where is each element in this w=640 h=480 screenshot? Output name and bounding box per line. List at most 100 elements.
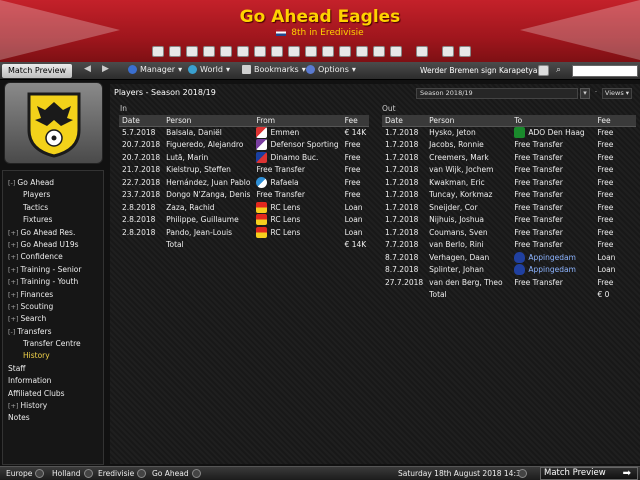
tactics-icon[interactable] bbox=[186, 46, 198, 57]
training-icon[interactable] bbox=[322, 46, 334, 57]
sidebar-item-fixtures[interactable]: Fixtures bbox=[3, 214, 103, 226]
table-row[interactable]: 2.8.2018 Pando, Jean-Louis RC Lens Loan bbox=[119, 226, 369, 239]
options-menu[interactable]: Options ▾ bbox=[306, 65, 356, 74]
club-info-icon[interactable] bbox=[416, 46, 428, 57]
club-cell[interactable]: ADO Den Haag bbox=[511, 126, 594, 139]
sidebar-item-players[interactable]: Players bbox=[3, 189, 103, 201]
sidebar-item-training-youth[interactable]: [+] Training - Youth bbox=[3, 276, 103, 288]
table-row[interactable]: 1.7.2018 Hysko, Jeton ADO Den Haag Free bbox=[382, 126, 636, 139]
table-row[interactable]: 1.7.2018 Nijhuis, Joshua Free Transfer Free bbox=[382, 214, 636, 227]
club-cell[interactable]: RC Lens bbox=[253, 201, 341, 214]
sidebar-item-staff[interactable]: Staff bbox=[3, 363, 103, 375]
club-cell[interactable]: Emmen bbox=[253, 126, 341, 139]
player-name[interactable]: Hernández, Juan Pablo bbox=[163, 176, 253, 189]
sidebar-item-confidence[interactable]: [+] Confidence bbox=[3, 251, 103, 263]
flag-icon[interactable] bbox=[254, 46, 266, 57]
table-row[interactable]: 8.7.2018 Splinter, Johan Appingedam Loan bbox=[382, 264, 636, 277]
expand-toggle[interactable]: [-] bbox=[8, 328, 15, 336]
table-row[interactable]: 1.7.2018 Coumans, Sven Free Transfer Free bbox=[382, 226, 636, 239]
sidebar-item-affiliated-clubs[interactable]: Affiliated Clubs bbox=[3, 388, 103, 400]
expand-toggle[interactable]: [+] bbox=[8, 266, 19, 274]
table-row[interactable]: 8.7.2018 Verhagen, Daan Appingedam Loan bbox=[382, 251, 636, 264]
player-name[interactable]: Tuncay, Korkmaz bbox=[426, 189, 511, 202]
club-cell[interactable]: RC Lens bbox=[253, 214, 341, 227]
views-button[interactable]: Views ▾ bbox=[602, 88, 632, 99]
season-dropdown-icon[interactable]: ▾ bbox=[580, 88, 590, 99]
player-name[interactable]: Creemers, Mark bbox=[426, 151, 511, 164]
column-header[interactable]: Date bbox=[382, 115, 427, 127]
player-name[interactable]: Lută, Marin bbox=[163, 151, 253, 164]
player-name[interactable]: Zaza, Rachid bbox=[163, 201, 253, 214]
sidebar-item-transfer-history[interactable]: History bbox=[3, 350, 103, 362]
expand-toggle[interactable]: [+] bbox=[8, 229, 19, 237]
sidebar-item-go-ahead[interactable]: [-] Go Ahead bbox=[3, 177, 103, 189]
table-row[interactable]: 2.8.2018 Zaza, Rachid RC Lens Loan bbox=[119, 201, 369, 214]
table-row[interactable]: 21.7.2018 Kielstrup, Steffen Free Transfer… bbox=[119, 164, 369, 177]
player-name[interactable]: Kwakman, Eric bbox=[426, 176, 511, 189]
scouting-icon[interactable] bbox=[305, 46, 317, 57]
sidebar-item-search[interactable]: [+] Search bbox=[3, 313, 103, 325]
expand-toggle[interactable]: [-] bbox=[8, 179, 15, 187]
column-header[interactable]: Person bbox=[163, 115, 254, 127]
table-row[interactable]: 1.7.2018 Sneijder, Cor Free Transfer Free bbox=[382, 201, 636, 214]
world-menu[interactable]: World ▾ bbox=[188, 65, 230, 74]
club-badge-panel[interactable] bbox=[4, 82, 103, 164]
table-row[interactable]: 5.7.2018 Balsala, Daniël Emmen € 14K bbox=[119, 126, 369, 139]
season-prev-icon[interactable]: · bbox=[591, 88, 601, 99]
search-input[interactable] bbox=[572, 65, 638, 77]
table-row[interactable]: 1.7.2018 Tuncay, Korkmaz Free Transfer Free bbox=[382, 189, 636, 202]
table-row[interactable]: 1.7.2018 Creemers, Mark Free Transfer Free bbox=[382, 151, 636, 164]
player-name[interactable]: Splinter, Johan bbox=[426, 264, 511, 277]
expand-toggle[interactable]: [+] bbox=[8, 278, 19, 286]
table-row[interactable]: 1.7.2018 Kwakman, Eric Free Transfer Free bbox=[382, 176, 636, 189]
news-icon[interactable] bbox=[538, 65, 549, 76]
table-row[interactable]: 2.8.2018 Philippe, Guillaume RC Lens Loan bbox=[119, 214, 369, 227]
back-icon[interactable] bbox=[237, 46, 249, 57]
player-name[interactable]: Verhagen, Daan bbox=[426, 251, 511, 264]
continue-button[interactable]: Match Preview ➡ bbox=[540, 467, 638, 480]
sidebar-item-information[interactable]: Information bbox=[3, 375, 103, 387]
player-name[interactable]: van den Berg, Theo bbox=[426, 276, 511, 289]
expand-toggle[interactable]: [+] bbox=[8, 315, 19, 323]
sidebar-item-training-senior[interactable]: [+] Training - Senior bbox=[3, 264, 103, 276]
stadium-icon[interactable] bbox=[390, 46, 402, 57]
table-row[interactable]: 20.7.2018 Lută, Marin Dinamo Buc. Free bbox=[119, 151, 369, 164]
player-name[interactable]: Nijhuis, Joshua bbox=[426, 214, 511, 227]
breadcrumb-holland[interactable]: Holland bbox=[52, 469, 93, 478]
table-row[interactable]: 20.7.2018 Figueredo, Alejandro Defensor Sp… bbox=[119, 139, 369, 152]
calendar-icon[interactable] bbox=[518, 469, 527, 478]
home-icon[interactable] bbox=[152, 46, 164, 57]
table-row[interactable]: 22.7.2018 Hernández, Juan Pablo Rafaela Fre… bbox=[119, 176, 369, 189]
player-name[interactable]: Balsala, Daniël bbox=[163, 126, 253, 139]
table-row[interactable]: 23.7.2018 Dongo N'Zanga, Denis Free Transf… bbox=[119, 189, 369, 202]
sidebar-item-finances[interactable]: [+] Finances bbox=[3, 289, 103, 301]
breadcrumb-europe[interactable]: Europe bbox=[6, 469, 45, 478]
club-cell[interactable]: RC Lens bbox=[253, 226, 341, 239]
player-name[interactable]: Hysko, Jeton bbox=[426, 126, 511, 139]
club-cell[interactable]: Defensor Sporting bbox=[253, 139, 341, 152]
sidebar-item-reserves[interactable]: [+] Go Ahead Res. bbox=[3, 227, 103, 239]
player-name[interactable]: Dongo N'Zanga, Denis bbox=[163, 189, 253, 202]
player-name[interactable]: Philippe, Guillaume bbox=[163, 214, 253, 227]
column-header[interactable]: Person bbox=[426, 115, 512, 127]
staff-icon[interactable] bbox=[356, 46, 368, 57]
player-name[interactable]: Pando, Jean-Louis bbox=[163, 226, 253, 239]
inbox-icon[interactable] bbox=[220, 46, 232, 57]
calendar-icon[interactable] bbox=[203, 46, 215, 57]
player-name[interactable]: van Berlo, Rini bbox=[426, 239, 511, 252]
table-row[interactable]: 1.7.2018 Jacobs, Ronnie Free Transfer Free bbox=[382, 139, 636, 152]
season-selector[interactable]: Season 2018/19 bbox=[416, 88, 578, 99]
expand-toggle[interactable]: [+] bbox=[8, 253, 19, 261]
expand-toggle[interactable]: [+] bbox=[8, 303, 19, 311]
back-arrow-icon[interactable]: ◀ bbox=[84, 64, 91, 74]
breadcrumb-go-ahead[interactable]: Go Ahead bbox=[152, 469, 201, 478]
table-row[interactable]: 7.7.2018 van Berlo, Rini Free Transfer Free bbox=[382, 239, 636, 252]
report-icon[interactable] bbox=[288, 46, 300, 57]
breadcrumb-eredivisie[interactable]: Eredivisie bbox=[98, 469, 147, 478]
player-name[interactable]: Coumans, Sven bbox=[426, 226, 511, 239]
bookmarks-menu[interactable]: Bookmarks ▾ bbox=[242, 65, 306, 74]
expand-toggle[interactable]: [+] bbox=[8, 402, 19, 410]
sidebar-item-transfers[interactable]: [-] Transfers bbox=[3, 326, 103, 338]
sidebar-item-u19s[interactable]: [+] Go Ahead U19s bbox=[3, 239, 103, 251]
sidebar-item-history[interactable]: [+] History bbox=[3, 400, 103, 412]
